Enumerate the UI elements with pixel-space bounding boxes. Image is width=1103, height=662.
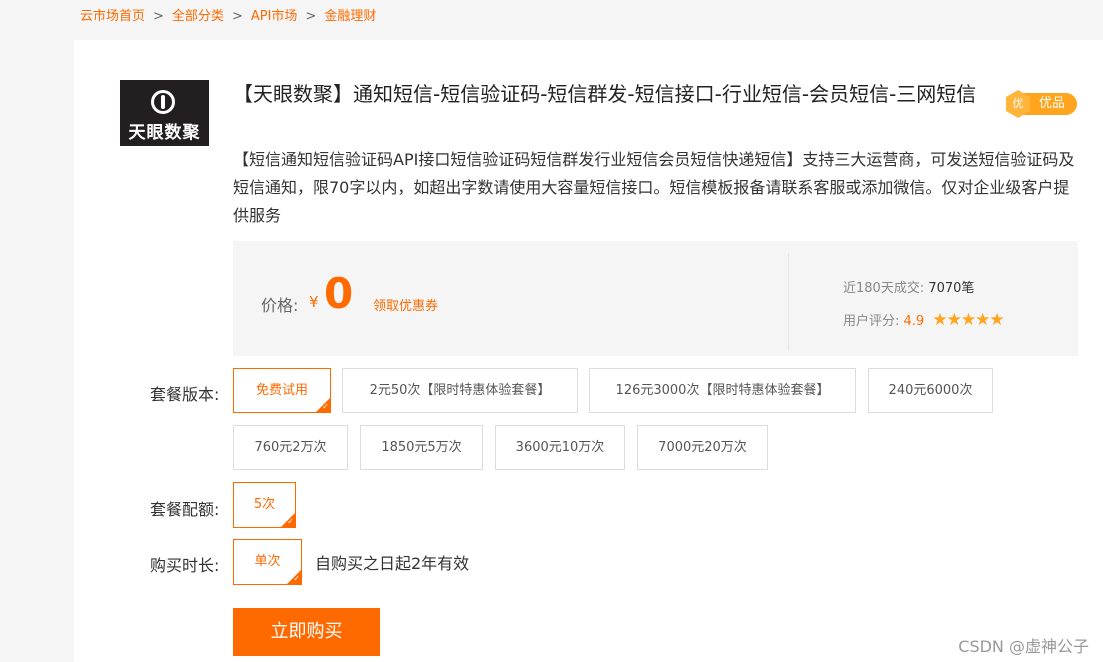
plan-option-free-trial[interactable]: 免费试用 ✓ bbox=[233, 368, 331, 413]
sales-stat: 近180天成交: 7070笔 bbox=[843, 277, 974, 296]
product-logo: 天眼数聚 bbox=[120, 80, 209, 146]
check-icon: ✓ bbox=[322, 402, 329, 411]
plan-option-1850yuan[interactable]: 1850元5万次 bbox=[360, 425, 483, 470]
check-icon: ✓ bbox=[293, 574, 300, 583]
sales-label: 近180天成交: bbox=[843, 281, 925, 296]
breadcrumb-api-market-link[interactable]: API市场 bbox=[251, 9, 298, 24]
plan-option-7000yuan[interactable]: 7000元20万次 bbox=[637, 425, 768, 470]
plan-option-label: 1850元5万次 bbox=[381, 440, 462, 455]
plan-option-label: 240元6000次 bbox=[888, 383, 973, 398]
plan-option-760yuan[interactable]: 760元2万次 bbox=[233, 425, 348, 470]
sales-value: 7070笔 bbox=[928, 281, 975, 296]
breadcrumb-finance-link[interactable]: 金融理财 bbox=[324, 9, 376, 24]
price-box: 价格: ¥ 0 领取优惠券 近180天成交: 7070笔 用户评分: 4.9 ★… bbox=[233, 241, 1078, 356]
badge-label: 优品 bbox=[1039, 96, 1066, 111]
rating-stat: 用户评分: 4.9 ★★★★★ bbox=[843, 310, 1005, 330]
check-icon: ✓ bbox=[287, 517, 294, 526]
coupon-link[interactable]: 领取优惠券 bbox=[373, 295, 438, 314]
duration-label: 购买时长: bbox=[150, 556, 220, 575]
plan-option-label: 7000元20万次 bbox=[658, 440, 747, 455]
quota-option-5[interactable]: 5次 ✓ bbox=[233, 482, 296, 528]
buy-now-button[interactable]: 立即购买 bbox=[233, 608, 380, 656]
product-title: 【天眼数聚】通知短信-短信验证码-短信群发-短信接口-行业短信-会员短信-三网短… bbox=[233, 82, 977, 106]
eye-logo-icon bbox=[151, 90, 175, 114]
divider bbox=[788, 253, 789, 351]
badge-hexagon-icon: 优 bbox=[1006, 90, 1030, 118]
breadcrumb-separator: > bbox=[153, 9, 164, 24]
rating-value: 4.9 bbox=[903, 314, 925, 329]
breadcrumb-separator: > bbox=[305, 9, 317, 24]
duration-option-single[interactable]: 单次 ✓ bbox=[233, 539, 302, 585]
plan-option-label: 2元50次【限时特惠体验套餐】 bbox=[369, 383, 551, 398]
breadcrumb-all-categories-link[interactable]: 全部分类 bbox=[172, 9, 224, 24]
validity-note: 自购买之日起2年有效 bbox=[315, 554, 470, 573]
plan-option-126yuan[interactable]: 126元3000次【限时特惠体验套餐】 bbox=[589, 368, 856, 413]
breadcrumb-home-link[interactable]: 云市场首页 bbox=[80, 9, 145, 24]
price-value: 0 bbox=[324, 269, 354, 318]
currency-symbol: ¥ bbox=[309, 293, 319, 311]
quota-label: 套餐配额: bbox=[150, 500, 220, 519]
plan-option-label: 760元2万次 bbox=[254, 440, 327, 455]
rating-stars-icon: ★★★★★ bbox=[932, 310, 1004, 330]
duration-option-label: 单次 bbox=[254, 554, 281, 569]
left-margin bbox=[0, 0, 74, 662]
logo-text: 天眼数聚 bbox=[128, 123, 201, 143]
plan-option-label: 免费试用 bbox=[255, 383, 308, 398]
breadcrumb-separator: > bbox=[231, 9, 243, 24]
quota-option-label: 5次 bbox=[253, 497, 276, 512]
watermark: CSDN @虚神公子 bbox=[958, 637, 1089, 656]
product-description: 【短信通知短信验证码API接口短信验证码短信群发行业短信会员短信快递短信】支持三… bbox=[233, 150, 1075, 225]
plan-option-label: 126元3000次【限时特惠体验套餐】 bbox=[615, 383, 830, 398]
rating-label: 用户评分: bbox=[843, 314, 900, 329]
breadcrumb: 云市场首页 > 全部分类 > API市场 > 金融理财 bbox=[74, 0, 1103, 38]
price-label: 价格: bbox=[261, 296, 299, 315]
quality-badge: 优 优品 bbox=[1006, 90, 1077, 118]
plan-option-3600yuan[interactable]: 3600元10万次 bbox=[495, 425, 625, 470]
plan-option-240yuan[interactable]: 240元6000次 bbox=[868, 368, 993, 413]
plan-label: 套餐版本: bbox=[150, 385, 220, 404]
plan-option-label: 3600元10万次 bbox=[515, 440, 605, 455]
product-panel: 天眼数聚 【天眼数聚】通知短信-短信验证码-短信群发-短信接口-行业短信-会员短… bbox=[74, 40, 1103, 662]
plan-option-2yuan[interactable]: 2元50次【限时特惠体验套餐】 bbox=[342, 368, 578, 413]
